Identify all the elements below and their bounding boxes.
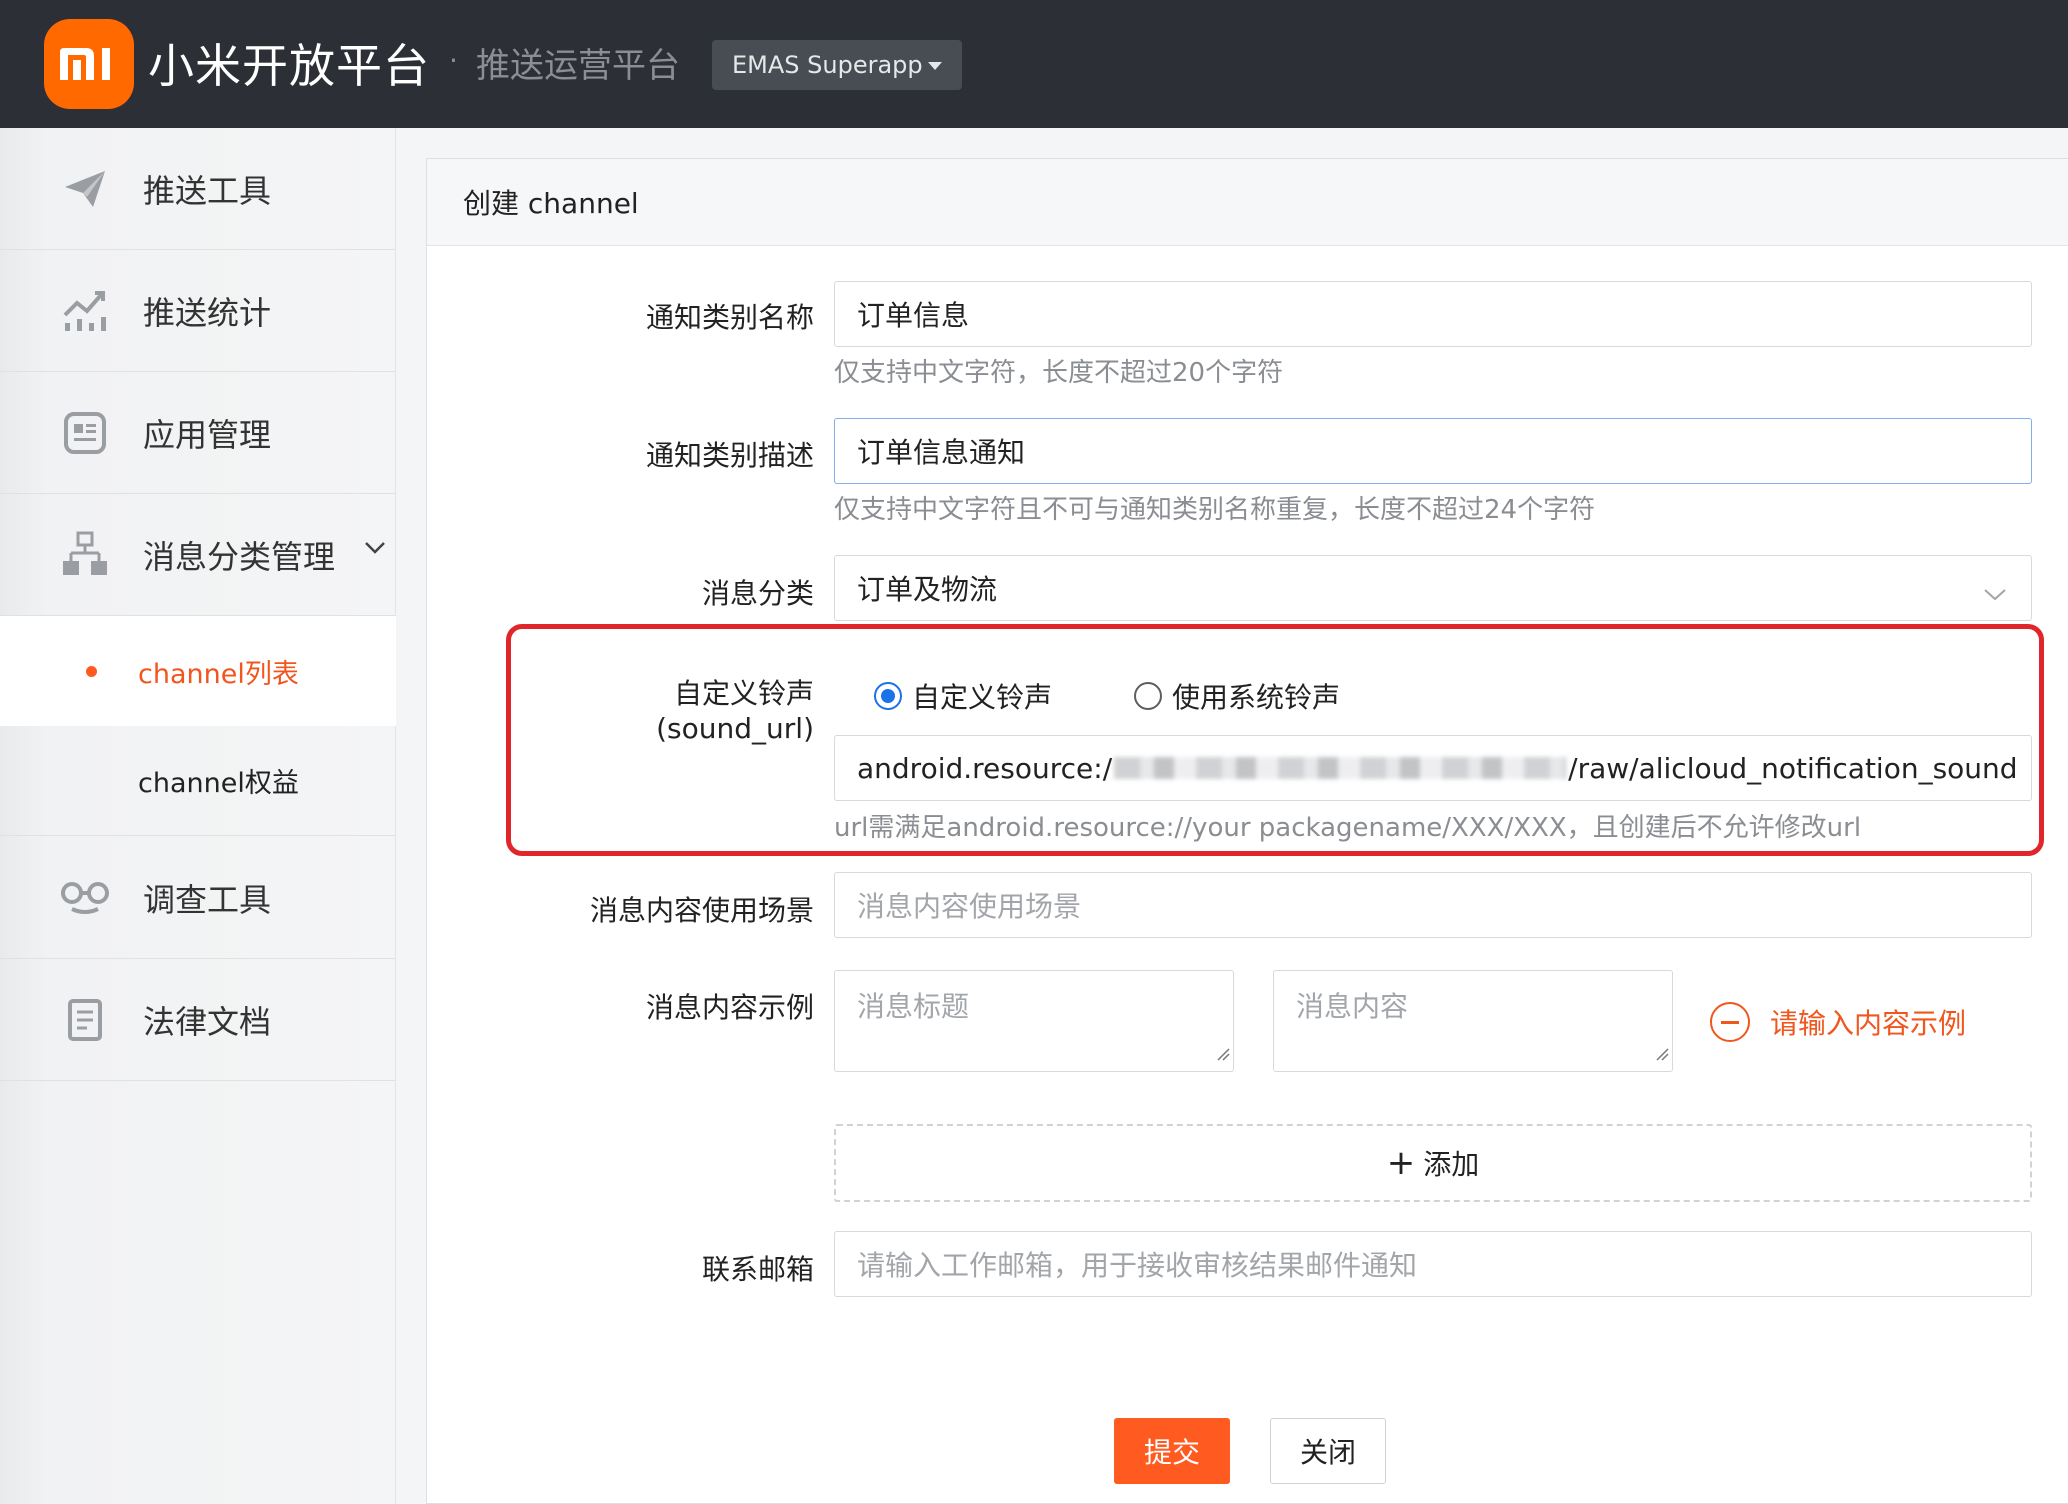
sidebar-subitem-label: channel列表 — [138, 658, 299, 690]
top-bar: 小米开放平台 · 推送运营平台 EMAS Superapp — [0, 0, 2068, 128]
description-hint: 仅支持中文字符且不可与通知类别名称重复，长度不超过24个字符 — [834, 495, 1596, 525]
category-select-value: 订单及物流 — [857, 573, 998, 606]
glasses-icon — [60, 875, 110, 921]
close-button[interactable]: 关闭 — [1270, 1418, 1386, 1484]
sidebar-subitem-channel-rights[interactable]: channel权益 — [0, 726, 396, 836]
platform-subtitle: 推送运营平台 — [476, 46, 680, 86]
sidebar-item-app-management[interactable]: 应用管理 — [0, 372, 396, 494]
sidebar-item-push-tool[interactable]: 推送工具 — [0, 128, 396, 250]
mi-logo-icon[interactable] — [44, 19, 134, 109]
redacted-blur — [1114, 757, 1567, 779]
radio-unchecked-icon — [1134, 682, 1162, 710]
example-title-placeholder: 消息标题 — [857, 990, 970, 1023]
brand-name: 小米开放平台 — [148, 39, 430, 93]
category-label: 消息分类 — [701, 577, 814, 610]
sidebar-subitem-label: channel权益 — [138, 768, 299, 799]
add-example-label: 添加 — [1423, 1148, 1480, 1181]
radio-system-sound-label: 使用系统铃声 — [1172, 681, 1341, 714]
radio-custom-sound-label: 自定义铃声 — [912, 681, 1053, 714]
sidebar-item-label: 消息分类管理 — [143, 537, 336, 576]
card-title: 创建 channel — [427, 159, 2068, 246]
resize-grip-icon[interactable] — [1655, 1035, 1669, 1068]
sidebar: 推送工具 推送统计 应用管理 消息分类管理 channel列表 channel权… — [0, 128, 396, 1504]
radio-system-sound[interactable]: 使用系统铃声 — [1134, 676, 1340, 716]
example-content-placeholder: 消息内容 — [1296, 990, 1409, 1023]
email-label: 联系邮箱 — [701, 1253, 814, 1286]
example-content-textarea[interactable]: 消息内容 — [1273, 970, 1673, 1072]
scenario-label: 消息内容使用场景 — [589, 894, 814, 927]
example-label: 消息内容示例 — [645, 991, 814, 1024]
active-dot-icon — [86, 666, 97, 677]
sidebar-item-label: 应用管理 — [143, 415, 272, 454]
app-card-icon — [60, 410, 110, 456]
scenario-placeholder: 消息内容使用场景 — [857, 890, 1082, 923]
paper-plane-icon — [60, 166, 110, 212]
sound-url-label: 自定义铃声 (sound_url) — [656, 677, 814, 745]
app-selector[interactable]: EMAS Superapp — [712, 40, 962, 90]
sound-url-suffix: /raw/alicloud_notification_sound — [1568, 751, 2018, 785]
minus-circle-icon — [1710, 1002, 1750, 1042]
app-selector-value: EMAS Superapp — [732, 51, 923, 79]
document-icon — [60, 997, 110, 1043]
plus-icon: + — [1386, 1143, 1416, 1183]
description-input-value: 订单信息通知 — [857, 436, 1026, 469]
add-example-button[interactable]: + 添加 — [834, 1124, 2032, 1202]
sidebar-item-label: 推送工具 — [143, 171, 272, 210]
sidebar-item-legal-docs[interactable]: 法律文档 — [0, 959, 396, 1081]
sidebar-subitem-channel-list[interactable]: channel列表 — [0, 616, 396, 726]
description-input[interactable]: 订单信息通知 — [834, 418, 2032, 484]
name-input-value: 订单信息 — [857, 299, 970, 332]
chevron-down-icon[interactable] — [364, 540, 386, 559]
resize-grip-icon[interactable] — [1216, 1035, 1230, 1068]
sidebar-item-label: 调查工具 — [143, 880, 272, 919]
caret-down-icon — [928, 62, 942, 70]
sidebar-item-label: 推送统计 — [143, 293, 272, 332]
name-input[interactable]: 订单信息 — [834, 281, 2032, 347]
radio-checked-icon — [874, 682, 902, 710]
name-hint: 仅支持中文字符，长度不超过20个字符 — [834, 358, 1284, 388]
sound-url-hint: url需满足android.resource://your packagenam… — [834, 813, 1862, 843]
sidebar-item-message-category[interactable]: 消息分类管理 — [0, 494, 396, 616]
category-select[interactable]: 订单及物流 — [834, 555, 2032, 621]
remove-example-button[interactable]: 请输入内容示例 — [1710, 1002, 1966, 1042]
submit-button[interactable]: 提交 — [1114, 1418, 1230, 1484]
scenario-input[interactable]: 消息内容使用场景 — [834, 872, 2032, 938]
description-label: 通知类别描述 — [645, 439, 814, 472]
example-title-textarea[interactable]: 消息标题 — [834, 970, 1234, 1072]
chart-line-icon — [60, 288, 110, 334]
email-placeholder: 请输入工作邮箱，用于接收审核结果邮件通知 — [857, 1249, 1418, 1282]
sound-url-prefix: android.resource:/ — [857, 751, 1113, 785]
name-label: 通知类别名称 — [645, 301, 814, 334]
mi-logo-glyph — [60, 48, 110, 80]
email-input[interactable]: 请输入工作邮箱，用于接收审核结果邮件通知 — [834, 1231, 2032, 1297]
remove-example-label: 请输入内容示例 — [1770, 1007, 1967, 1040]
brand-separator: · — [449, 44, 458, 77]
sidebar-item-survey-tool[interactable]: 调查工具 — [0, 837, 396, 959]
sidebar-item-label: 法律文档 — [143, 1002, 272, 1041]
chevron-down-icon — [1983, 576, 2007, 609]
sound-url-input[interactable]: android.resource:/ /raw/alicloud_notific… — [834, 735, 2032, 801]
hierarchy-icon — [60, 531, 110, 578]
radio-custom-sound[interactable]: 自定义铃声 — [874, 676, 1052, 716]
sidebar-item-push-stats[interactable]: 推送统计 — [0, 250, 396, 372]
